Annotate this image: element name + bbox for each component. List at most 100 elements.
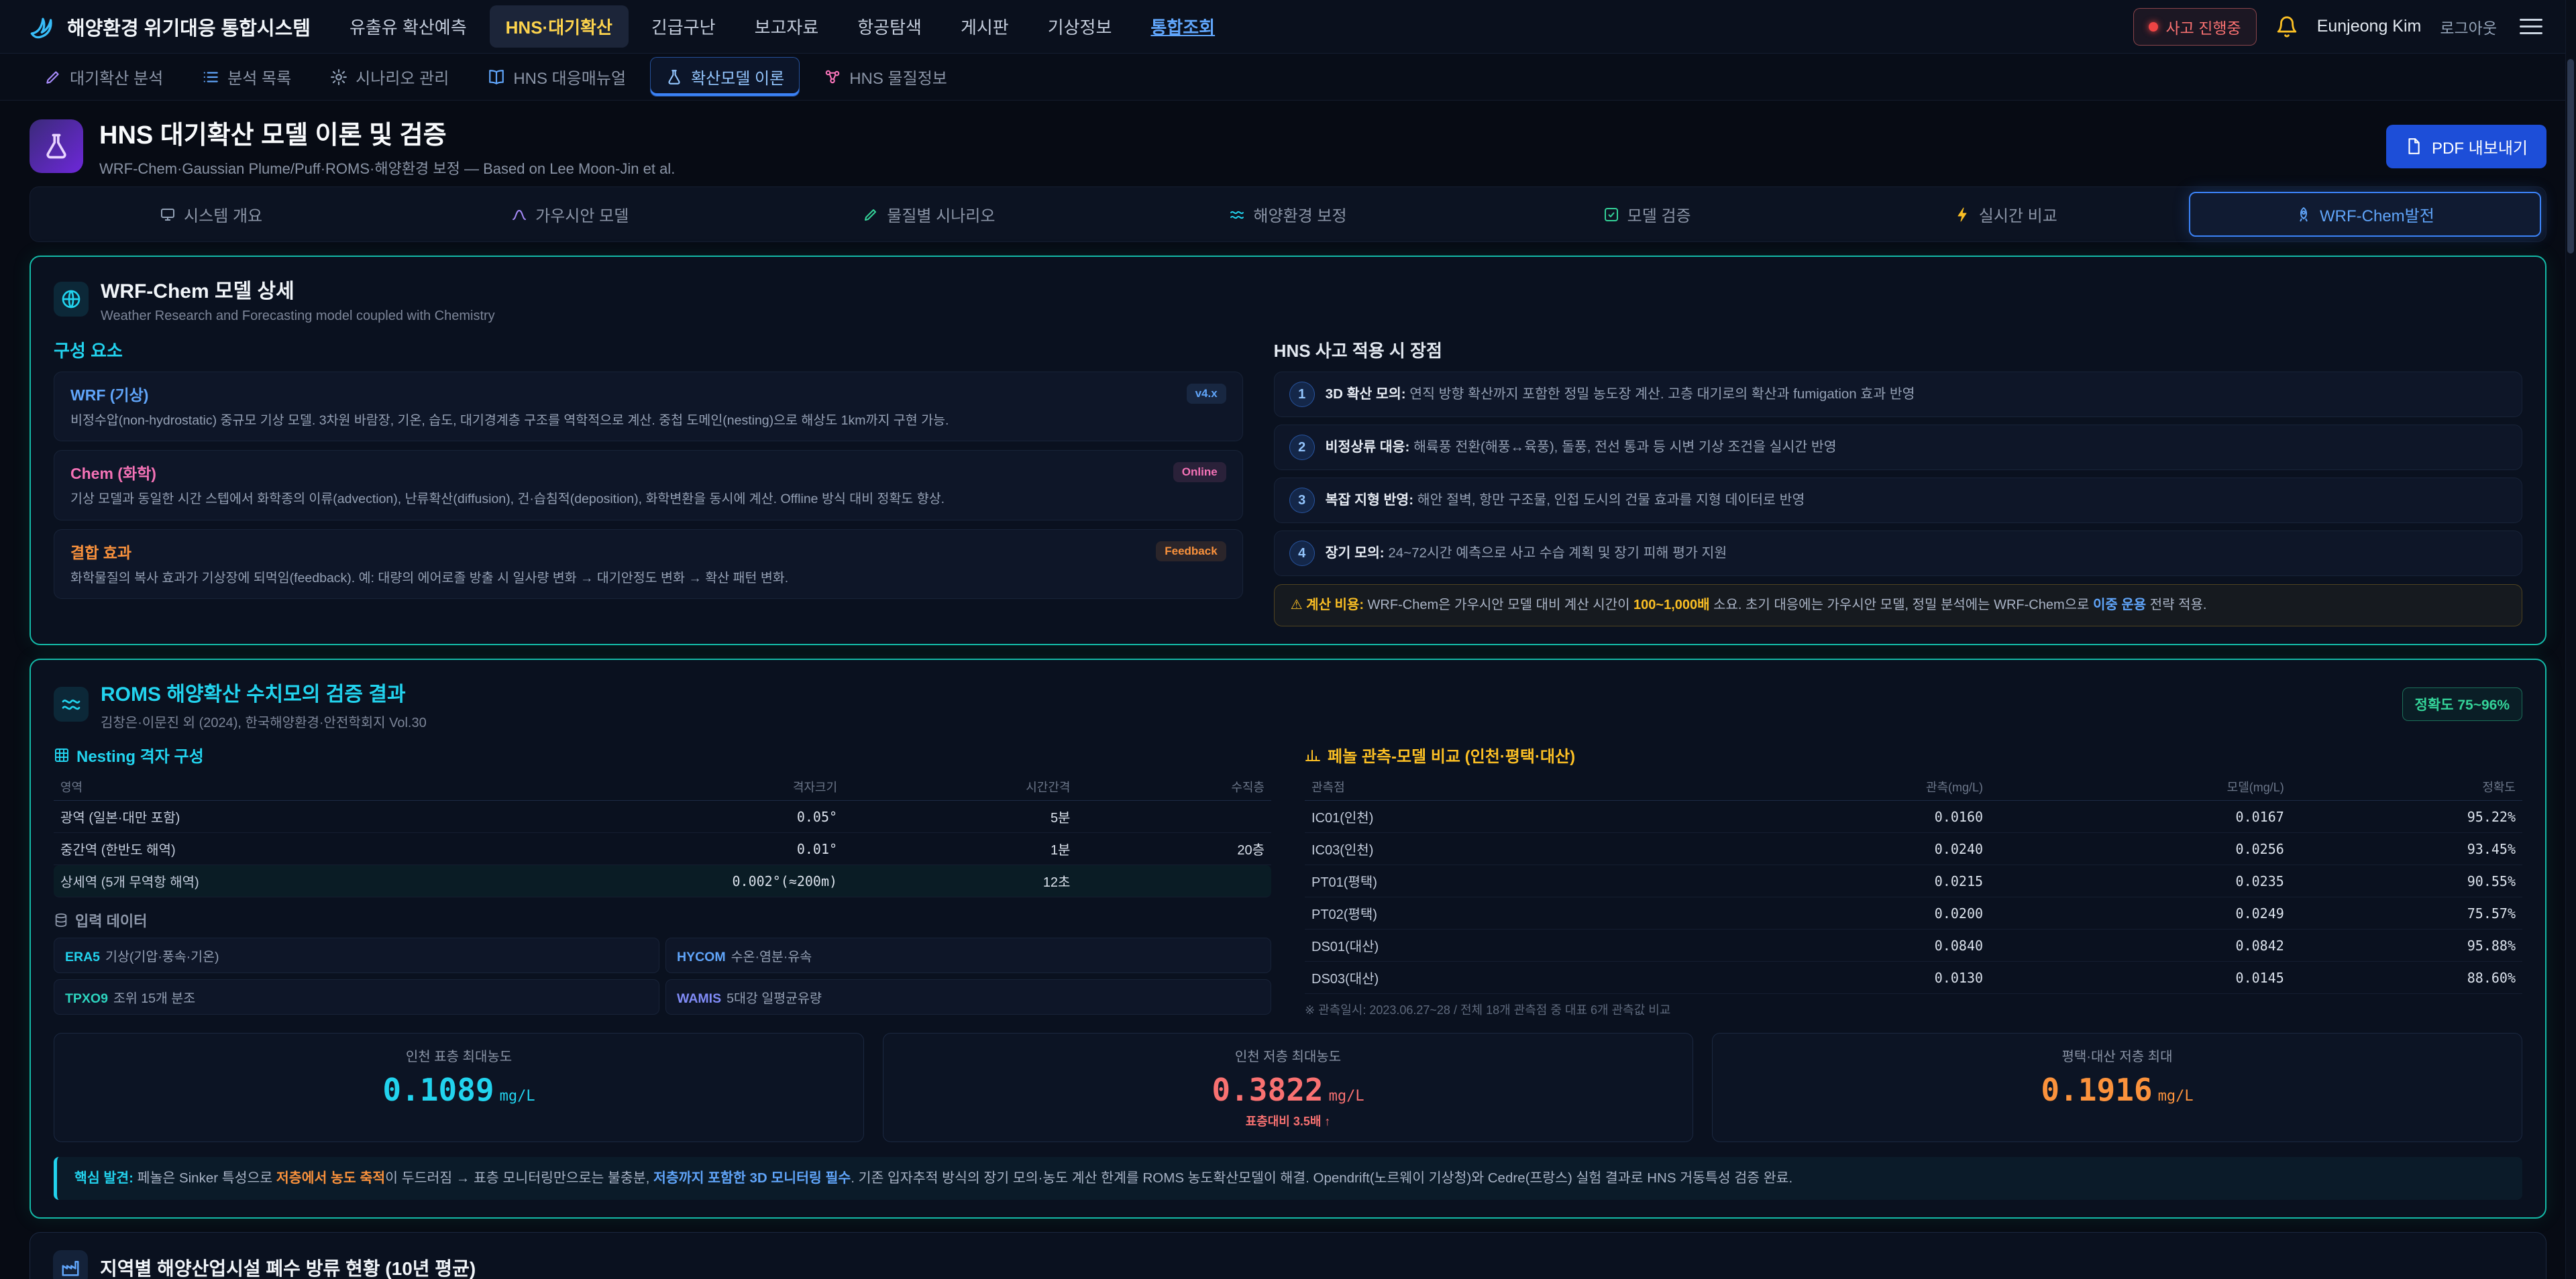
wrfchem-card: WRF-Chem 모델 상세 Weather Research and Fore… xyxy=(30,256,2546,645)
phenol-heading-row: 페놀 관측-모델 비교 (인천·평택·대산) xyxy=(1305,743,2522,767)
topnav-right: 사고 진행중 Eunjeong Kim 로그아웃 xyxy=(2133,8,2547,46)
tab-label: 시스템 개요 xyxy=(184,203,262,226)
subnav-label: HNS 물질정보 xyxy=(849,65,947,89)
advantage-item: 1 3D 확산 모의: 연직 방향 확산까지 포함한 정밀 농도장 계산. 고층… xyxy=(1274,372,2522,417)
check-square-icon xyxy=(1603,207,1619,223)
table-row: DS03(대산) 0.0130 0.0145 88.60% xyxy=(1305,962,2522,994)
metric-label: 평택·대산 저층 최대 xyxy=(1725,1046,2510,1065)
input-data-cell: WAMIS5대강 일평균유량 xyxy=(665,979,1271,1015)
tab-marine-correction[interactable]: 해양환경 보정 xyxy=(1112,192,1464,237)
advantage-desc: 24~72시간 예측으로 사고 수습 계획 및 장기 피해 평가 지원 xyxy=(1388,545,1727,561)
incident-status-label: 사고 진행중 xyxy=(2166,15,2241,38)
warning-icon: ⚠ xyxy=(1291,598,1303,612)
subnav-item-model-theory[interactable]: 확산모델 이론 xyxy=(650,57,800,97)
lightning-icon xyxy=(1955,207,1971,223)
page-scrollbar[interactable] xyxy=(2565,0,2576,1279)
computation-cost-note: ⚠ 계산 비용: WRF-Chem은 가우시안 모델 대비 계산 시간이 100… xyxy=(1274,584,2522,626)
nav-item-oil-spill[interactable]: 유출유 확산예측 xyxy=(333,5,483,48)
advantage-title: 복잡 지형 반영: xyxy=(1326,492,1413,508)
wing-logo-icon xyxy=(30,13,56,40)
list-icon xyxy=(202,68,219,86)
advantage-item: 2 비정상류 대응: 해륙풍 전환(해풍↔육풍), 돌풍, 전선 통과 등 시변… xyxy=(1274,425,2522,470)
roms-title: ROMS 해양확산 수치모의 검증 결과 xyxy=(101,677,427,707)
advantage-desc: 연직 방향 확산까지 포함한 정밀 농도장 계산. 고층 대기로의 확산과 fu… xyxy=(1409,386,1915,402)
user-name[interactable]: Eunjeong Kim xyxy=(2317,17,2422,36)
subnav-item-hns-manual[interactable]: HNS 대응매뉴얼 xyxy=(473,58,641,96)
advantage-item: 4 장기 모의: 24~72시간 예측으로 사고 수습 계획 및 장기 피해 평… xyxy=(1274,531,2522,576)
subnav-item-scenario-manage[interactable]: 시나리오 관리 xyxy=(315,58,464,96)
subnav-item-hns-substance-info[interactable]: HNS 물질정보 xyxy=(809,58,962,96)
accuracy-badge: 정확도 75~96% xyxy=(2402,687,2522,721)
table-row: 상세역 (5개 무역항 해역) 0.002°(≈200m) 12초 xyxy=(54,865,1271,897)
nesting-column: Nesting 격자 구성 영역 격자크기 시간간격 수직층 광역 (일본·대만… xyxy=(54,743,1271,1018)
component-name: 결합 효과 xyxy=(70,540,131,563)
col-header: 관측점 xyxy=(1311,778,1682,795)
bell-icon[interactable] xyxy=(2275,15,2298,38)
table-row: 광역 (일본·대만 포함) 0.05° 5분 xyxy=(54,801,1271,833)
metric-row: 인천 표층 최대농도 0.1089mg/L 인천 저층 최대농도 0.3822m… xyxy=(54,1033,2522,1142)
tab-gaussian-model[interactable]: 가우시안 모델 xyxy=(394,192,746,237)
app-logo[interactable]: 해양환경 위기대응 통합시스템 xyxy=(30,13,311,41)
col-header: 모델(mg/L) xyxy=(1983,778,2284,795)
wrfchem-subtitle: Weather Research and Forecasting model c… xyxy=(101,309,495,324)
col-header: 관측(mg/L) xyxy=(1682,778,1983,795)
discharge-card: 지역별 해양산업시설 폐수 방류 현황 (10년 평균) 울산 414,620 … xyxy=(30,1232,2546,1279)
factory-discharge-icon xyxy=(53,1250,88,1279)
hamburger-menu-icon[interactable] xyxy=(2516,15,2546,38)
incident-status-badge[interactable]: 사고 진행중 xyxy=(2133,8,2257,46)
nesting-heading: Nesting 격자 구성 xyxy=(76,743,204,767)
sub-navbar: 대기확산 분석 분석 목록 시나리오 관리 HNS 대응매뉴얼 확산모델 이론 … xyxy=(0,54,2576,101)
subnav-item-analysis-list[interactable]: 분석 목록 xyxy=(187,58,306,96)
page-header: HNS 대기확산 모델 이론 및 검증 WRF-Chem·Gaussian Pl… xyxy=(0,101,2576,186)
nav-item-rescue[interactable]: 긴급구난 xyxy=(635,5,732,48)
key-finding-note: 핵심 발견: 페놀은 Sinker 특성으로 저층에서 농도 축적이 두드러짐 … xyxy=(54,1157,2522,1200)
scrollbar-thumb[interactable] xyxy=(2567,59,2574,254)
component-name: WRF (기상) xyxy=(70,382,148,405)
nav-item-weather[interactable]: 기상정보 xyxy=(1032,5,1128,48)
tab-wrfchem[interactable]: WRF-Chem발전 xyxy=(2189,192,2541,237)
component-desc: 비정수압(non-hydrostatic) 중규모 기상 모델. 3차원 바람장… xyxy=(70,411,1226,431)
pencil-icon xyxy=(44,68,62,86)
tab-model-validation[interactable]: 모델 검증 xyxy=(1471,192,1823,237)
cost-text: 전략 적용. xyxy=(2146,598,2206,612)
component-wrf: WRF (기상) v4.x 비정수압(non-hydrostatic) 중규모 … xyxy=(54,372,1243,441)
component-desc: 기상 모델과 동일한 시간 스텝에서 화학종의 이류(advection), 난… xyxy=(70,490,1226,509)
pdf-export-button[interactable]: PDF 내보내기 xyxy=(2386,125,2546,168)
input-data-cell: HYCOM수온·염분·유속 xyxy=(665,938,1271,973)
input-data-cell: TPXO9조위 15개 분조 xyxy=(54,979,659,1015)
col-header: 정확도 xyxy=(2284,778,2516,795)
nav-item-reports[interactable]: 보고자료 xyxy=(739,5,835,48)
nav-item-board[interactable]: 게시판 xyxy=(945,5,1025,48)
table-row: PT01(평택) 0.0215 0.0235 90.55% xyxy=(1305,865,2522,897)
pdf-export-label: PDF 내보내기 xyxy=(2432,135,2528,158)
nav-item-aerial-search[interactable]: 항공탐색 xyxy=(841,5,938,48)
wave-icon xyxy=(1229,207,1245,223)
logout-button[interactable]: 로그아웃 xyxy=(2440,15,2497,38)
metric-unit: mg/L xyxy=(500,1088,535,1105)
nav-item-integrated-search[interactable]: 통합조회 xyxy=(1134,5,1231,48)
flask-icon xyxy=(665,68,683,86)
components-heading: 구성 요소 xyxy=(54,337,1243,362)
subnav-label: 대기확산 분석 xyxy=(70,65,163,89)
tab-system-overview[interactable]: 시스템 개요 xyxy=(35,192,387,237)
input-data-grid: ERA5기상(기압·풍속·기온) HYCOM수온·염분·유속 TPXO9조위 1… xyxy=(54,938,1271,1015)
tab-label: 물질별 시나리오 xyxy=(887,203,995,226)
subnav-label: 확산모델 이론 xyxy=(691,65,784,89)
subnav-item-atmo-analysis[interactable]: 대기확산 분석 xyxy=(30,58,178,96)
table-row: 중간역 (한반도 해역) 0.01° 1분 20층 xyxy=(54,833,1271,865)
component-version-badge: v4.x xyxy=(1187,384,1226,404)
globe-icon xyxy=(54,282,89,317)
metric-label: 인천 저층 최대농도 xyxy=(896,1046,1680,1065)
col-header: 시간간격 xyxy=(837,778,1070,795)
advantage-desc: 해안 절벽, 항만 구조물, 인접 도시의 건물 효과를 지형 데이터로 반영 xyxy=(1417,492,1805,508)
tab-realtime-compare[interactable]: 실시간 비교 xyxy=(1830,192,2182,237)
cost-highlight-blue: 이중 운용 xyxy=(2093,598,2146,612)
tab-substance-scenario[interactable]: 물질별 시나리오 xyxy=(753,192,1105,237)
nav-item-hns-atmo[interactable]: HNS·대기확산 xyxy=(490,5,629,48)
metric-unit: mg/L xyxy=(2158,1088,2194,1105)
pencil-icon xyxy=(863,207,879,223)
cost-text: 소요. 초기 대응에는 가우시안 모델, 정밀 분석에는 WRF-Chem으로 xyxy=(1710,598,2093,612)
wrfchem-components-column: 구성 요소 WRF (기상) v4.x 비정수압(non-hydrostatic… xyxy=(54,337,1243,626)
metric-pyeongtaek-daesan-bottom: 평택·대산 저층 최대 0.1916mg/L xyxy=(1712,1033,2522,1142)
page-title: HNS 대기확산 모델 이론 및 검증 xyxy=(99,114,675,151)
